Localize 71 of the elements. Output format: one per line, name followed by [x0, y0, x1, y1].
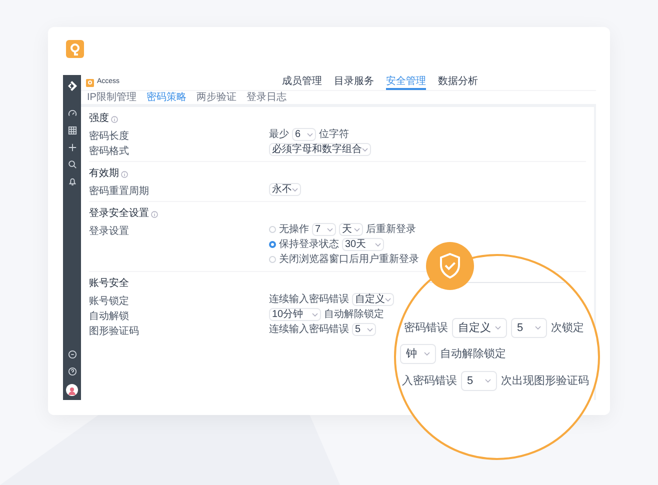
chevron-icon [354, 228, 360, 232]
select-field[interactable]: 自定义 [352, 293, 394, 306]
select-field[interactable]: 自定义 [452, 318, 507, 338]
grid-icon[interactable] [68, 126, 76, 135]
field-label: 密码长度 [89, 130, 129, 142]
field-text: 入密码错误 [402, 376, 457, 386]
select-field[interactable]: 必须字母和数字组合 [269, 143, 371, 156]
radio-label: 无操作 [279, 224, 309, 234]
select-field[interactable]: 5 [352, 323, 376, 336]
chevron-icon [312, 312, 318, 316]
field-text: 密码错误 [404, 322, 448, 334]
field-text: 自动解除锁定 [440, 348, 506, 360]
radio-label: 保持登录状态 [279, 240, 339, 250]
select-field[interactable]: 永不 [269, 183, 301, 196]
nav-tab[interactable]: 成员管理 [282, 75, 322, 90]
section-title: 账号安全 [89, 279, 129, 289]
field-text: 次锁定 [551, 322, 584, 334]
field-label: 图形验证码 [89, 326, 139, 336]
field-text: 最少 [269, 130, 289, 140]
avatar[interactable] [66, 384, 78, 396]
chevron-icon [307, 132, 313, 136]
field-text: 连续输入密码错误 [269, 294, 349, 304]
section-title: 强度 [89, 114, 109, 124]
sub-tab[interactable]: IP限制管理 [87, 92, 136, 102]
section-title: 有效期 [89, 169, 119, 179]
field-label: 登录设置 [89, 226, 129, 236]
logo-icon[interactable] [67, 81, 77, 91]
chevron-icon [535, 326, 541, 330]
chevron-icon [495, 326, 501, 330]
field-text: 连续输入密码错误 [269, 324, 349, 334]
sub-tab[interactable]: 密码策略 [146, 92, 186, 102]
field-label: 自动解锁 [89, 310, 129, 322]
chevron-icon [327, 228, 333, 232]
shield-check-icon [439, 253, 461, 279]
app-logo-icon [86, 78, 94, 86]
nav-tab[interactable]: 数据分析 [438, 75, 478, 90]
select-field[interactable]: 5 [461, 371, 497, 391]
search-icon[interactable] [68, 160, 76, 169]
circle-icon[interactable] [68, 350, 76, 359]
chevron-icon [424, 352, 430, 356]
field-label: 密码格式 [89, 146, 129, 156]
help-icon[interactable] [68, 367, 76, 376]
chevron-icon [292, 188, 298, 192]
field-text: 位字符 [319, 130, 349, 140]
chevron-icon [385, 298, 391, 302]
select-field[interactable]: 10分钟 [269, 308, 321, 321]
field-text: 次出现图形验证码 [501, 376, 589, 386]
chevron-icon [367, 328, 373, 332]
field-text: 后重新登录 [366, 224, 416, 234]
select-field[interactable]: 30天 [342, 238, 384, 251]
logo-icon [66, 40, 84, 58]
section-title: 登录安全设置 [89, 209, 149, 219]
sub-tab[interactable]: 登录日志 [246, 92, 286, 102]
field-label: 账号锁定 [89, 296, 129, 306]
plus-icon[interactable] [68, 143, 76, 152]
sub-tab[interactable]: 两步验证 [196, 92, 236, 102]
gauge-icon[interactable] [68, 109, 76, 118]
select-field[interactable]: 5 [511, 318, 547, 338]
bell-icon[interactable] [68, 177, 76, 186]
chevron-icon [485, 379, 491, 383]
chevron-icon [362, 148, 368, 152]
select-field[interactable]: 7 [312, 223, 336, 236]
radio-label: 关闭浏览器窗口后用户重新登录 [279, 254, 419, 264]
nav-tab[interactable]: 目录服务 [334, 75, 374, 90]
field-text: 自动解除锁定 [324, 310, 384, 320]
radio-button[interactable] [269, 241, 276, 248]
chevron-icon [375, 242, 381, 246]
select-field[interactable]: 天 [339, 223, 363, 236]
field-label: 密码重置周期 [89, 186, 149, 196]
select-field[interactable]: 6 [292, 128, 316, 141]
select-field[interactable]: 钟 [400, 344, 436, 364]
